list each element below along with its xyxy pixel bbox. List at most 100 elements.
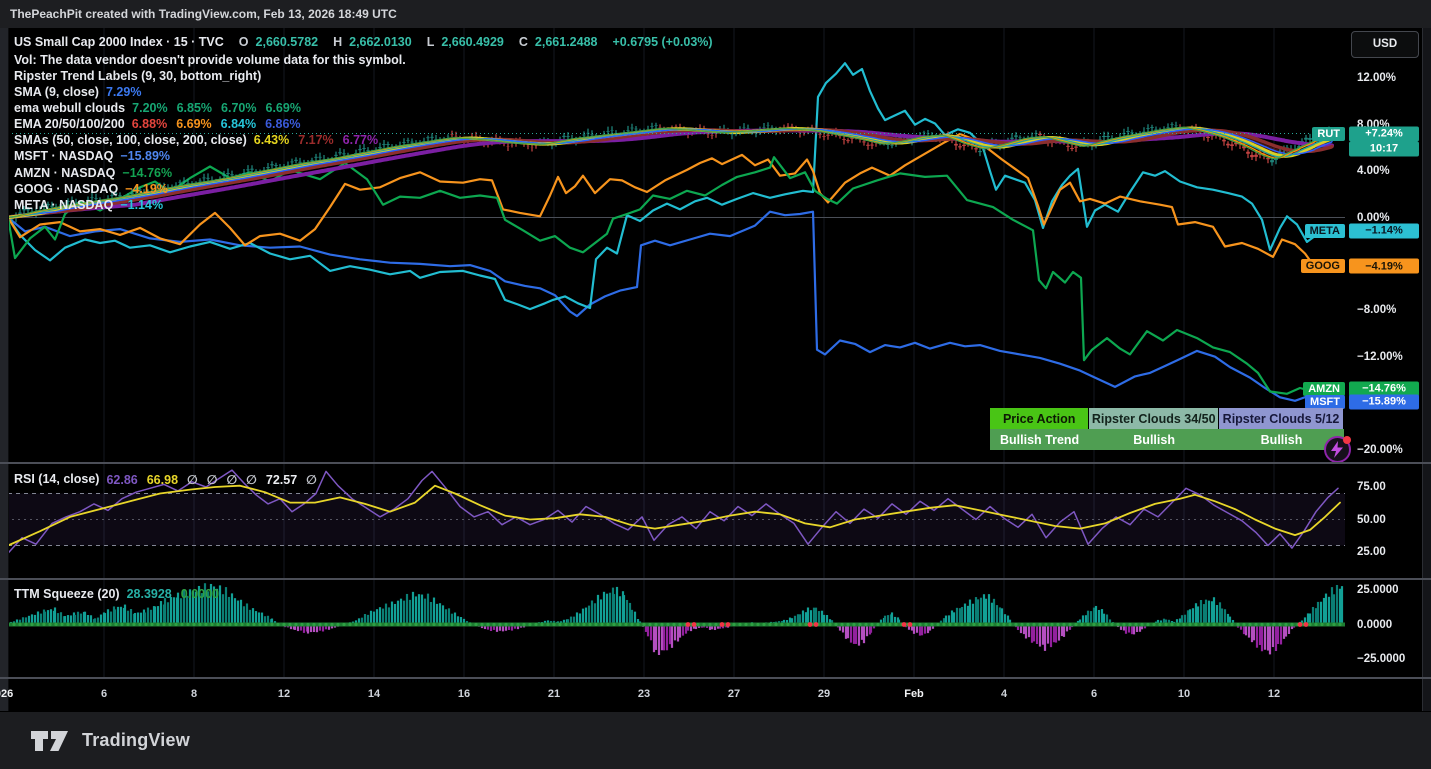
msft-line (8, 212, 1332, 406)
legend-row-smas-50-100-200[interactable]: SMAs (50, close, 100, close, 200, close)… (14, 132, 387, 148)
squeeze-on-dot (1304, 622, 1309, 627)
squeeze-off-dot (378, 623, 381, 626)
legend-row-ema-webull-clouds[interactable]: ema webull clouds7.20%6.85%6.70%6.69% (14, 100, 310, 116)
squeeze-off-dot (1098, 623, 1101, 626)
ttm-bar (1312, 607, 1314, 625)
ttm-bar (1261, 625, 1263, 652)
squeeze-off-dot (828, 623, 831, 626)
ttm-bar (655, 625, 657, 650)
ttm-bar (234, 598, 236, 624)
squeeze-off-dot (420, 623, 423, 626)
squeeze-off-dot (786, 623, 789, 626)
squeeze-off-dot (312, 623, 315, 626)
legend-row-sma-9[interactable]: SMA (9, close)7.29% (14, 84, 150, 100)
tradingview-logo-icon[interactable] (30, 728, 72, 754)
squeeze-off-dot (54, 623, 57, 626)
legend-row-ema-20-50-100-200[interactable]: EMA 20/50/100/2006.88%6.69%6.84%6.86% (14, 116, 310, 132)
squeeze-off-dot (186, 623, 189, 626)
symbol-legend-row[interactable]: US Small Cap 2000 Index · 15 · TVCO2,660… (14, 34, 713, 50)
series-label-badge-rut: RUT (1312, 127, 1345, 141)
lightning-action-button[interactable] (1324, 436, 1351, 463)
ttm-bar (1331, 587, 1333, 624)
legend-row-goog[interactable]: GOOG · NASDAQ−4.19% (14, 181, 177, 197)
squeeze-off-dot (216, 623, 219, 626)
legend-row-rsi[interactable]: RSI (14, close)62.8666.98∅∅∅∅72.57∅ (14, 471, 326, 487)
ttm-bar (623, 595, 625, 624)
ttm-bar (818, 611, 820, 624)
time-tick-feb: Feb (904, 688, 924, 700)
tradingview-brand-text[interactable]: TradingView (82, 730, 190, 751)
legend-row-amzn[interactable]: AMZN · NASDAQ−14.76% (14, 165, 181, 181)
squeeze-off-dot (66, 623, 69, 626)
squeeze-off-dot (942, 623, 945, 626)
squeeze-off-dot (474, 623, 477, 626)
ripster-trend-labels-table: Price Action Ripster Clouds 34/50 Ripste… (990, 408, 1344, 450)
ttm-bar (597, 595, 599, 625)
price-badge-meta: −1.14% (1349, 223, 1419, 238)
squeeze-off-dot (18, 623, 21, 626)
pane-separator-main-rsi[interactable] (0, 462, 1431, 464)
ttm-bar (1042, 625, 1044, 645)
collapsed-toolbar-strip[interactable] (0, 28, 9, 711)
squeeze-off-dot (864, 623, 867, 626)
squeeze-off-dot (132, 623, 135, 626)
squeeze-off-dot (1038, 623, 1041, 626)
pane-separator-rsi-ttm[interactable] (0, 578, 1431, 580)
currency-unit-button[interactable]: USD (1351, 31, 1419, 58)
squeeze-off-dot (1086, 623, 1089, 626)
squeeze-off-dot (1032, 623, 1035, 626)
ttm-bar (1053, 625, 1055, 643)
squeeze-off-dot (696, 623, 699, 626)
ttm-bar (967, 606, 969, 625)
squeeze-off-dot (348, 623, 351, 626)
ttm-bar (983, 594, 985, 624)
squeeze-off-dot (300, 623, 303, 626)
squeeze-off-dot (270, 623, 273, 626)
squeeze-off-dot (1122, 623, 1125, 626)
ttm-bar (409, 600, 411, 625)
legend-row-volume-note[interactable]: Vol: The data vendor doesn't provide vol… (14, 52, 406, 68)
ripster-value-clouds-34-50: Bullish (1089, 429, 1219, 450)
squeeze-off-dot (984, 623, 987, 626)
legend-row-ripster-trend-labels[interactable]: Ripster Trend Labels (9, 30, bottom_righ… (14, 68, 261, 84)
legend-row-msft[interactable]: MSFT · NASDAQ−15.89% (14, 148, 179, 164)
ttm-bar (631, 610, 633, 625)
squeeze-off-dot (342, 623, 345, 626)
legend-row-meta[interactable]: META · NASDAQ−1.14% (14, 197, 172, 213)
ttm-bar (858, 625, 860, 646)
ohlc-key: L (427, 35, 435, 49)
squeeze-off-dot (156, 623, 159, 626)
squeeze-off-dot (930, 623, 933, 626)
legend-row-ttm[interactable]: TTM Squeeze (20)28.39280.0000 (14, 586, 228, 602)
ttm-bar (54, 607, 56, 624)
squeeze-off-dot (330, 623, 333, 626)
squeeze-off-dot (276, 623, 279, 626)
squeeze-off-dot (1062, 623, 1065, 626)
ttm-bar (853, 625, 855, 644)
ttm-bar (231, 593, 233, 624)
legend-value: 7.20% (132, 101, 167, 115)
squeeze-off-dot (498, 623, 501, 626)
legend-value: 6.88% (132, 117, 167, 131)
squeeze-off-dot (1284, 623, 1287, 626)
squeeze-off-dot (258, 623, 261, 626)
squeeze-off-dot (168, 623, 171, 626)
squeeze-off-dot (1200, 623, 1203, 626)
squeeze-off-dot (444, 623, 447, 626)
series-label-badge-amzn: AMZN (1303, 382, 1345, 396)
ttm-bar (588, 606, 590, 625)
legend-value: 6.86% (265, 117, 300, 131)
squeeze-off-dot (288, 623, 291, 626)
legend-label: MSFT · NASDAQ (14, 149, 113, 163)
squeeze-off-dot (822, 623, 825, 626)
ttm-bar (436, 604, 438, 625)
ohlc-value: 2,661.2488 (535, 35, 598, 49)
ohlc-value: 2,662.0130 (349, 35, 412, 49)
ttm-bar (609, 593, 611, 625)
legend-values: −14.76% (122, 166, 181, 180)
ohlc-value: 2,660.5782 (256, 35, 319, 49)
squeeze-off-dot (1020, 623, 1023, 626)
ttm-bar (977, 599, 979, 624)
squeeze-off-dot (192, 623, 195, 626)
ttm-bar (1320, 602, 1322, 625)
